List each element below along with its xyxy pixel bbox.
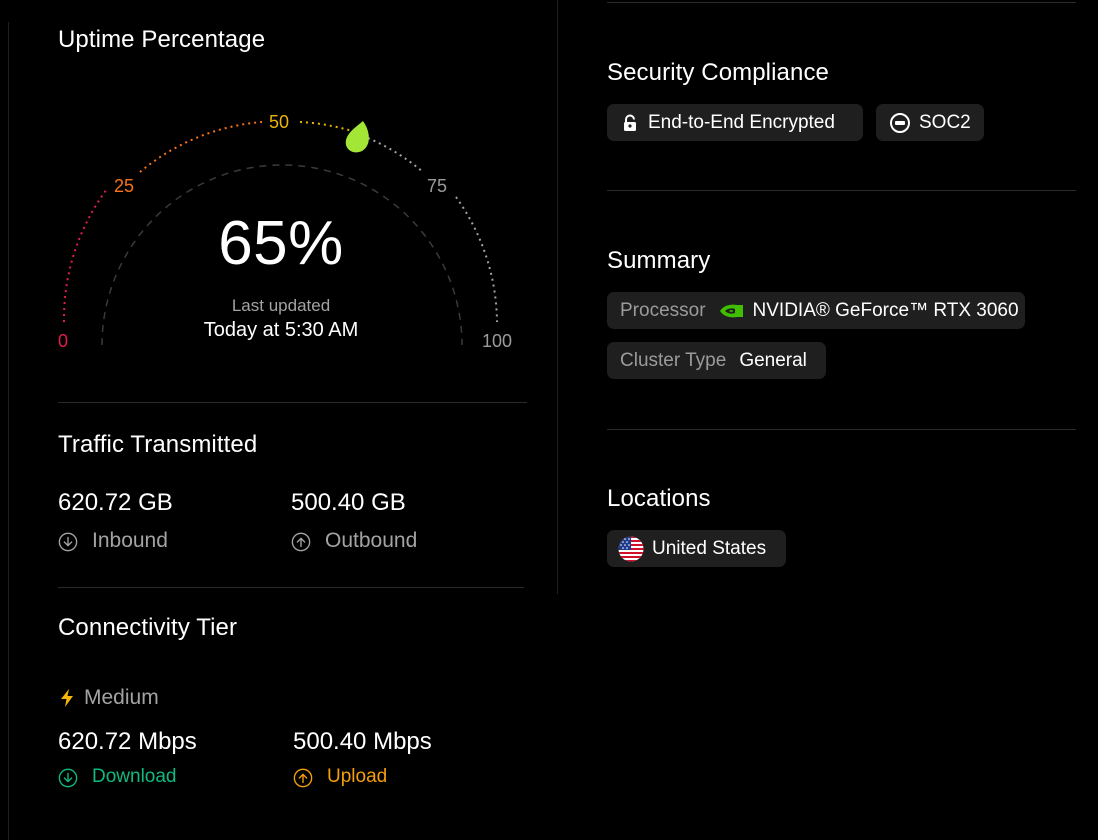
arrow-down-circle-icon [58,531,78,552]
inbound-value: 620.72 GB [58,489,173,516]
gauge-marker-icon [345,121,369,153]
us-flag-icon [618,536,644,562]
processor-chip: Processor NVIDIA® GeForce™ RTX 3060 [607,292,1025,329]
tier-label: Medium [84,686,159,709]
badge-encrypted-label: End-to-End Encrypted [648,111,835,133]
cluster-type-key: Cluster Type [620,349,727,371]
nvidia-icon [719,302,745,320]
download-value: 620.72 Mbps [58,728,197,755]
arrow-down-circle-icon [58,767,78,788]
security-divider [607,190,1076,191]
arrow-up-circle-icon [293,767,313,788]
gauge-arc-mid-low [139,121,263,173]
gauge-tick-50: 50 [269,112,290,132]
gauge-arc-low [62,188,108,323]
locations-title: Locations [607,485,711,512]
badge-soc2-label: SOC2 [919,111,971,133]
column-divider [557,0,558,594]
gauge-tick-75: 75 [427,176,448,196]
cluster-type-value: General [739,349,807,371]
summary-divider [607,429,1076,430]
outbound-value: 500.40 GB [291,489,406,516]
gauge-tick-100: 100 [482,331,513,351]
processor-value: NVIDIA® GeForce™ RTX 3060 [752,299,1019,321]
outbound-label: Outbound [325,529,418,552]
gauge-arc-high [367,137,424,173]
gauge-tick-25: 25 [114,176,135,196]
server-details-panel: Uptime Percentage 0 25 50 75 100 65% Las… [0,0,1098,840]
inbound-indicator: Inbound [58,529,168,553]
upload-value: 500.40 Mbps [293,728,432,755]
connectivity-tier: Medium [58,686,159,710]
location-label: United States [652,537,767,559]
left-edge-divider [8,22,9,840]
summary-title: Summary [607,247,711,274]
uptime-divider [58,402,527,403]
arrow-up-circle-icon [291,531,311,552]
security-title: Security Compliance [607,59,829,86]
gauge-tick-0: 0 [58,331,69,351]
uptime-value: 65% [218,209,344,278]
processor-key: Processor [620,299,706,321]
last-updated-label: Last updated [231,296,331,315]
gauge-arc-mid [299,121,353,132]
download-indicator: Download [58,766,177,788]
inbound-label: Inbound [92,529,168,552]
traffic-title: Traffic Transmitted [58,431,258,458]
lightning-icon [58,688,76,708]
outbound-indicator: Outbound [291,529,417,553]
top-right-divider [607,2,1076,3]
last-updated-time: Today at 5:30 AM [203,319,359,341]
upload-indicator: Upload [293,766,387,788]
cluster-type-chip: Cluster Type General [607,342,826,379]
badge-soc2: SOC2 [876,104,984,141]
connectivity-title: Connectivity Tier [58,614,238,641]
soc2-icon [889,112,911,134]
traffic-divider [58,587,524,588]
uptime-title: Uptime Percentage [58,26,266,53]
location-chip-us: United States [607,530,786,567]
lock-icon [620,113,640,133]
gauge-arc-max [455,196,498,323]
download-label: Download [92,766,177,787]
upload-label: Upload [327,766,388,787]
badge-encrypted: End-to-End Encrypted [607,104,863,141]
